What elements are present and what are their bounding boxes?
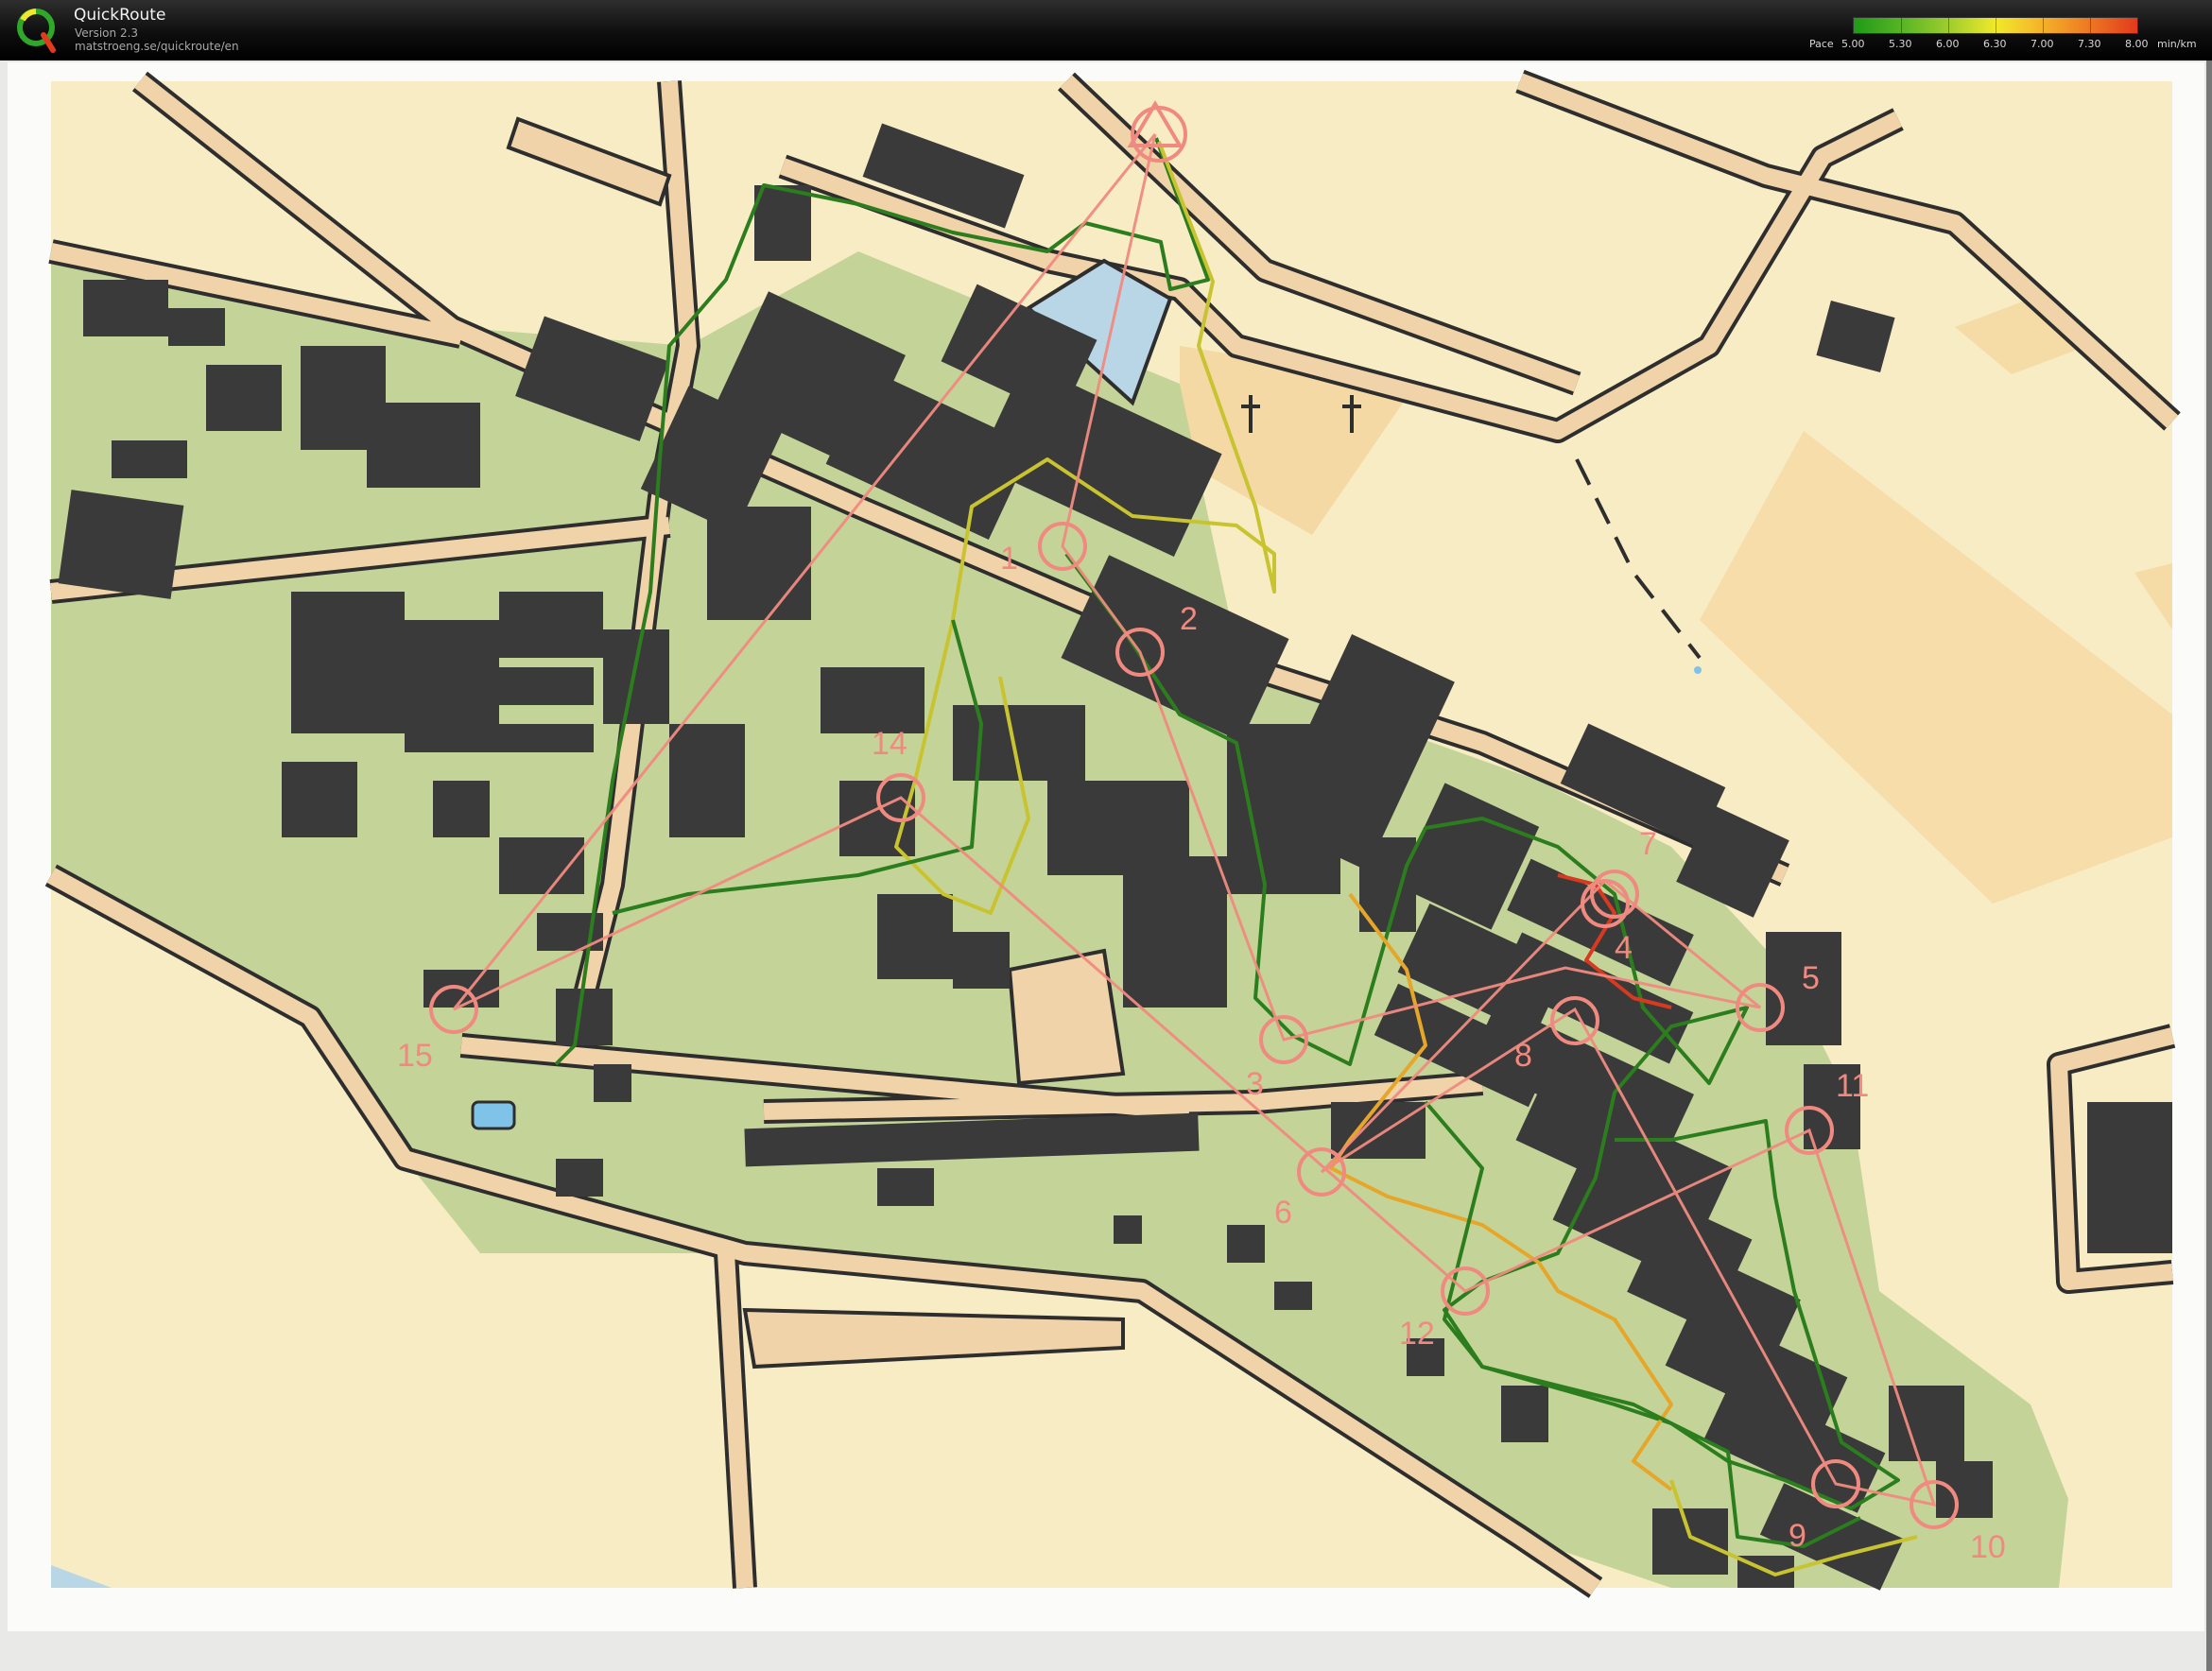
quickroute-logo-icon <box>17 9 56 53</box>
pace-tick: 8.00 <box>2125 38 2149 50</box>
window-edge <box>2206 60 2212 1671</box>
map-canvas[interactable]: 1 2 3 4 5 6 7 8 9 10 11 12 14 15 <box>8 62 2204 1631</box>
pace-label: Pace <box>1809 38 1834 50</box>
spring-icon <box>1694 666 1702 674</box>
control-number: 2 <box>1180 601 1198 637</box>
control-number: 11 <box>1836 1068 1869 1104</box>
control-number: 15 <box>397 1038 433 1074</box>
app-url[interactable]: matstroeng.se/quickroute/en <box>75 40 239 53</box>
pace-tick: 6.30 <box>1983 38 2007 50</box>
app-header: QuickRoute Version 2.3 matstroeng.se/qui… <box>0 0 2212 60</box>
control-number: 14 <box>872 726 907 762</box>
pace-tick: 6.00 <box>1936 38 1960 50</box>
pace-tick: 5.00 <box>1841 38 1865 50</box>
control-number: 5 <box>1802 960 1820 996</box>
pond <box>471 1100 516 1130</box>
pace-legend-labels: Pace 5.00 5.30 6.00 6.30 7.00 7.30 8.00 … <box>1806 38 2203 53</box>
control-number: 3 <box>1246 1066 1264 1102</box>
pace-tick: 7.30 <box>2078 38 2101 50</box>
pace-tick: 7.00 <box>2031 38 2054 50</box>
control-number: 4 <box>1615 930 1633 966</box>
control-number: 8 <box>1514 1038 1532 1074</box>
control-number: 7 <box>1639 826 1657 862</box>
control-number: 6 <box>1274 1195 1292 1231</box>
pace-color-legend <box>1853 17 2138 34</box>
control-number: 1 <box>1000 541 1018 577</box>
control-number: 12 <box>1399 1316 1435 1352</box>
pace-unit: min/km <box>2157 38 2197 50</box>
app-version: Version 2.3 <box>75 26 139 40</box>
paved-area <box>1007 948 1126 1086</box>
pace-tick: 5.30 <box>1889 38 1912 50</box>
control-number: 9 <box>1789 1518 1806 1554</box>
control-number: 10 <box>1970 1529 2006 1565</box>
app-title: QuickRoute <box>74 6 166 25</box>
